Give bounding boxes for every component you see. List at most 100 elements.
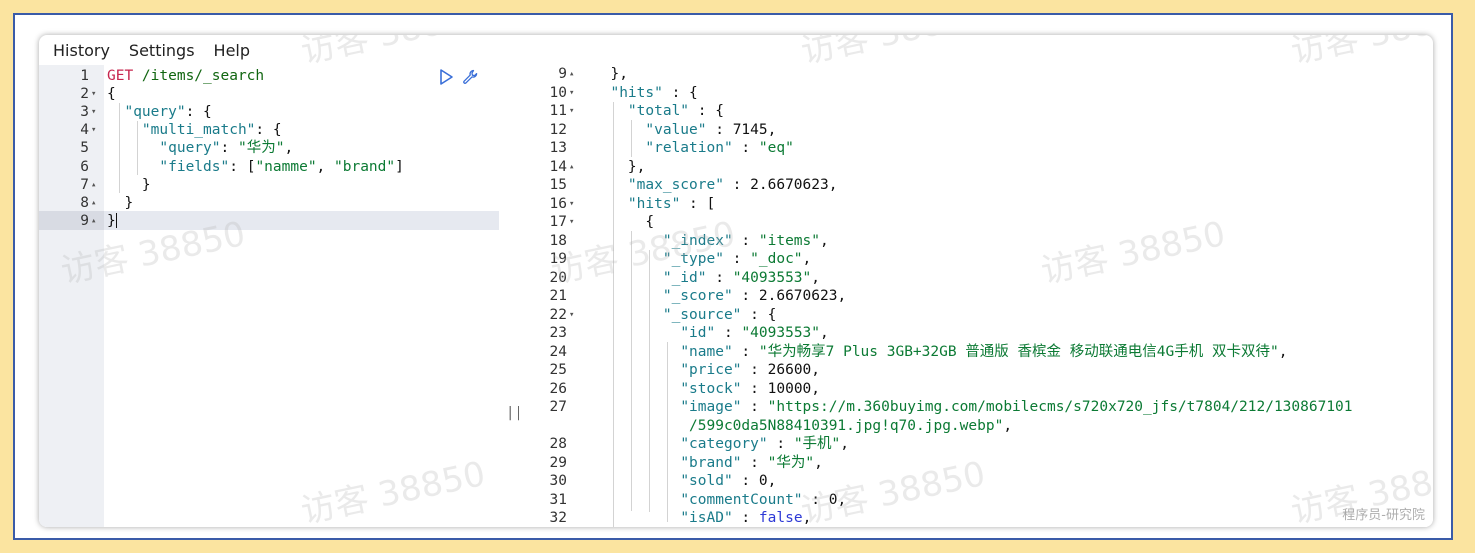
- code-token: ,: [820, 232, 829, 249]
- menu-history[interactable]: History: [53, 41, 110, 60]
- fold-toggle-icon[interactable]: ▾: [569, 102, 581, 120]
- code-text: "name" : "华为畅享7 Plus 3GB+32GB 普通版 香槟金 移动…: [593, 343, 1287, 361]
- code-text: "query": "华为",: [107, 139, 293, 157]
- code-token: ,: [840, 436, 850, 452]
- code-token: "_score": [662, 288, 733, 304]
- code-token: "华为": [237, 140, 285, 157]
- line-number: 17: [549, 214, 567, 230]
- code-token: "4093553": [732, 269, 812, 286]
- code-text: "_score" : 2.6670623,: [593, 287, 846, 305]
- response-code-line: 14 ▴ },: [519, 158, 1433, 176]
- code-text: "hits" : {: [593, 84, 697, 102]
- fold-toggle-icon[interactable]: ▴: [91, 212, 103, 230]
- code-token: 0: [758, 473, 768, 489]
- code-text: GET /items/_search: [107, 67, 264, 85]
- fold-toggle-icon[interactable]: ▾: [569, 195, 581, 213]
- code-token: ,: [837, 288, 847, 304]
- code-token: "namme": [255, 158, 317, 175]
- wrench-icon[interactable]: [461, 68, 479, 86]
- code-text: "multi_match": {: [107, 121, 282, 139]
- line-number: 9: [80, 212, 89, 229]
- code-token: :: [732, 473, 759, 489]
- fold-toggle-icon[interactable]: ▴: [91, 194, 103, 212]
- code-text: "sold" : 0,: [593, 472, 776, 490]
- code-text: "query": {: [107, 103, 211, 121]
- code-token: : {: [741, 306, 777, 323]
- code-token: :: [741, 380, 768, 397]
- code-token: :: [741, 362, 768, 378]
- request-code-line: 1 GET /items/_search: [39, 67, 499, 85]
- code-token: },: [593, 66, 628, 82]
- code-token: "4093553": [741, 325, 821, 341]
- response-code-line: 24 "name" : "华为畅享7 Plus 3GB+32GB 普通版 香槟金…: [519, 343, 1433, 361]
- fold-toggle-icon[interactable]: ▾: [569, 84, 581, 102]
- response-code-line: 32 "isAD" : false,: [519, 509, 1433, 527]
- fold-toggle-icon[interactable]: ▴: [569, 65, 581, 83]
- line-number: 16: [549, 195, 567, 212]
- response-code-line: 12 "value" : 7145,: [519, 121, 1433, 139]
- code-token: "max_score": [627, 177, 724, 193]
- line-number: 6: [80, 158, 89, 175]
- code-token: "brand": [680, 454, 742, 471]
- code-token: :: [732, 140, 759, 156]
- code-token: "fields": [159, 158, 230, 175]
- line-number: 32: [549, 510, 567, 526]
- line-number: 13: [549, 140, 567, 156]
- line-number: 24: [549, 343, 567, 360]
- code-token: :: [706, 121, 733, 138]
- fold-toggle-icon[interactable]: ▾: [91, 85, 103, 103]
- code-token: :: [741, 399, 768, 415]
- code-token: : [: [680, 195, 716, 212]
- code-text: "value" : 7145,: [593, 121, 776, 139]
- code-text: "isAD" : false,: [593, 509, 811, 527]
- response-code-line: 16 ▾ "hits" : [: [519, 195, 1433, 213]
- code-token: :: [723, 177, 751, 193]
- response-viewer[interactable]: 9 ▴ }, 10 ▾ "hits" : {11 ▾ "total" : {12 "va…: [519, 65, 1433, 527]
- menu-help[interactable]: Help: [214, 41, 250, 60]
- fold-toggle-icon[interactable]: ▾: [91, 103, 103, 121]
- response-code-line: 19 "_type" : "_doc",: [519, 250, 1433, 268]
- code-token: ,: [316, 158, 335, 175]
- code-token: "brand": [334, 158, 396, 175]
- fold-toggle-icon[interactable]: ▾: [91, 121, 103, 139]
- line-number: 5: [80, 140, 89, 157]
- fold-toggle-icon[interactable]: ▴: [569, 158, 581, 176]
- corner-watermark: 程序员-研究院: [1342, 508, 1425, 523]
- request-code-line: 9 ▴}: [39, 212, 499, 230]
- menu-settings[interactable]: Settings: [129, 41, 195, 60]
- code-token: "category": [680, 436, 768, 452]
- fold-toggle-icon[interactable]: ▾: [569, 306, 581, 324]
- code-token: /items/_search: [141, 68, 265, 84]
- code-token: "华为畅享7 Plus 3GB+32GB 普通版 香槟金 移动联通电信4G手机 …: [758, 343, 1279, 360]
- request-editor[interactable]: 1 GET /items/_search 2 ▾{3 ▾ "query": {4 ▾ "m…: [39, 65, 499, 527]
- fold-toggle-icon[interactable]: ▴: [91, 176, 103, 194]
- code-token: :: [732, 288, 759, 304]
- code-text: "price" : 26600,: [593, 361, 820, 379]
- request-code-line: 6 "fields": ["namme", "brand"]: [39, 158, 499, 176]
- code-text: "relation" : "eq": [593, 139, 793, 157]
- indent-guide: [119, 103, 120, 193]
- code-token: ,: [1278, 343, 1288, 360]
- request-code-line: 7 ▴ }: [39, 176, 499, 194]
- line-number: 10: [549, 84, 567, 101]
- code-token: ,: [828, 177, 838, 193]
- line-number: 25: [549, 362, 567, 378]
- response-code-line: 20 "_id" : "4093553",: [519, 269, 1433, 287]
- line-number: 28: [549, 436, 567, 452]
- code-token: ]: [395, 158, 404, 175]
- code-token: {: [593, 214, 655, 230]
- play-icon[interactable]: [437, 68, 455, 86]
- code-text: "stock" : 10000,: [593, 380, 820, 398]
- response-code-line: 26 "stock" : 10000,: [519, 380, 1433, 398]
- response-code-line: 29 "brand" : "华为",: [519, 454, 1433, 472]
- fold-toggle-icon[interactable]: ▾: [569, 213, 581, 231]
